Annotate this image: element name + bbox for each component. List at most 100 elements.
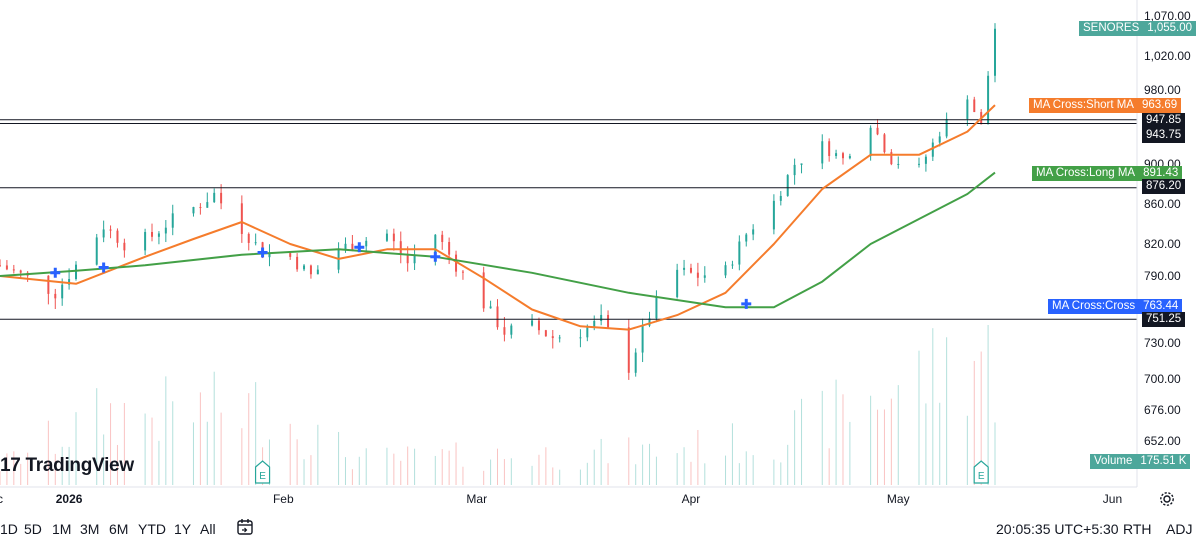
short-ma-tag-part: 963.69 — [1137, 98, 1182, 114]
volume-bar — [448, 450, 450, 485]
range-button-ytd[interactable]: YTD — [138, 521, 166, 537]
candle-body — [392, 233, 395, 242]
clock-time[interactable]: 20:05:35 UTC+5:30 — [996, 521, 1119, 537]
volume-bar — [731, 423, 733, 485]
candle-body — [641, 325, 644, 353]
volume-bar — [870, 395, 872, 485]
volume-bar — [642, 444, 644, 485]
volume-bar — [932, 328, 934, 485]
candle-body — [151, 231, 154, 237]
range-button-1m[interactable]: 1M — [52, 521, 71, 537]
volume-bar — [490, 459, 492, 485]
candle-body — [821, 141, 824, 164]
volume-bar — [738, 463, 740, 485]
earnings-marker[interactable]: E — [973, 460, 989, 484]
candle-body — [835, 153, 838, 156]
candle-body — [786, 175, 789, 196]
level-price-tag: 947.85 — [1142, 113, 1186, 128]
candle-body — [157, 233, 160, 237]
candle-body — [793, 164, 796, 176]
candle-body — [247, 233, 250, 243]
volume-bar — [842, 394, 844, 485]
calendar-goto-icon[interactable] — [236, 518, 254, 539]
long-ma-tag-part: MA Cross:Long MA — [1032, 165, 1140, 181]
volume-bar — [172, 401, 174, 485]
range-button-3m[interactable]: 3M — [80, 521, 99, 537]
volume-bar — [220, 412, 222, 485]
adjust-toggle[interactable]: ADJ — [1166, 521, 1192, 537]
candle-body — [213, 192, 216, 203]
volume-bar — [552, 467, 554, 485]
tradingview-logo: 17 TradingView — [0, 455, 134, 477]
candle-body — [945, 118, 948, 137]
volume-bar — [890, 398, 892, 485]
cross-marker — [50, 267, 61, 278]
candle-body — [510, 325, 513, 335]
range-button-1y[interactable]: 1Y — [174, 521, 191, 537]
cross-tag-part: MA Cross:Cross — [1048, 298, 1140, 314]
candle-body — [738, 241, 741, 265]
candle-body — [994, 28, 996, 76]
tradingview-logo-text: TradingView — [25, 455, 135, 476]
earnings-marker[interactable]: E — [254, 460, 271, 484]
candle-body — [897, 163, 900, 165]
candle-body — [779, 195, 782, 201]
volume-bar — [828, 448, 830, 485]
session-toggle[interactable]: RTH — [1123, 521, 1152, 537]
volume-bar — [151, 417, 153, 485]
volume-bar — [628, 437, 630, 485]
volume-bar — [794, 410, 796, 485]
volume-bar — [206, 421, 208, 485]
level-price-tag: 751.25 — [1142, 312, 1186, 327]
volume-tag-part: Volume — [1090, 454, 1137, 469]
volume-bar — [344, 457, 346, 485]
candle-body — [164, 227, 167, 234]
range-button-6m[interactable]: 6M — [109, 521, 128, 537]
candle-body — [496, 306, 499, 328]
volume-bar — [607, 463, 609, 485]
candle-body — [171, 213, 174, 228]
range-button-all[interactable]: All — [200, 521, 216, 537]
range-button-1d[interactable]: 1D — [0, 521, 18, 537]
range-button-5d[interactable]: 5D — [24, 521, 42, 537]
candle-body — [144, 231, 147, 251]
volume-bar — [241, 428, 243, 485]
volume-bar — [503, 459, 505, 485]
candle-body — [841, 153, 844, 159]
volume-bar — [317, 424, 319, 485]
volume-bar — [192, 422, 194, 485]
candle-body — [938, 136, 941, 143]
volume-bar — [144, 413, 146, 485]
candle-body — [973, 99, 976, 113]
moving-averages — [0, 104, 996, 331]
cross-marker — [430, 251, 441, 262]
candle-body — [0, 265, 1, 267]
x-tick-label: Apr — [682, 492, 701, 506]
candle-body — [116, 230, 119, 243]
earnings-events[interactable]: EE — [254, 460, 989, 484]
volume-bar — [434, 455, 436, 485]
volume-bar — [213, 371, 215, 485]
volume-bar — [877, 409, 879, 485]
volume-bar — [897, 385, 899, 485]
volume-bar — [676, 453, 678, 485]
y-tick-label: 1,020.00 — [1144, 49, 1191, 63]
candle-body — [917, 163, 920, 165]
x-tick-label: Jun — [1103, 492, 1122, 506]
volume-bar — [165, 376, 167, 485]
volume-bar — [849, 421, 851, 485]
settings-gear-icon[interactable] — [1159, 491, 1175, 507]
candle-body — [61, 284, 64, 299]
candle-body — [489, 306, 492, 309]
price-chart[interactable]: 1,070.001,020.00980.00900.00860.00820.00… — [0, 0, 1199, 515]
candle-body — [19, 270, 22, 273]
candle-body — [206, 202, 209, 208]
y-tick-label: 790.00 — [1144, 269, 1181, 283]
candle-body — [95, 237, 98, 265]
cross-marker — [257, 247, 268, 258]
candle-body — [924, 156, 927, 164]
volume-bar — [821, 390, 823, 485]
candle-body — [828, 141, 831, 156]
candle-body — [800, 163, 803, 165]
earnings-marker-label: E — [978, 471, 985, 482]
